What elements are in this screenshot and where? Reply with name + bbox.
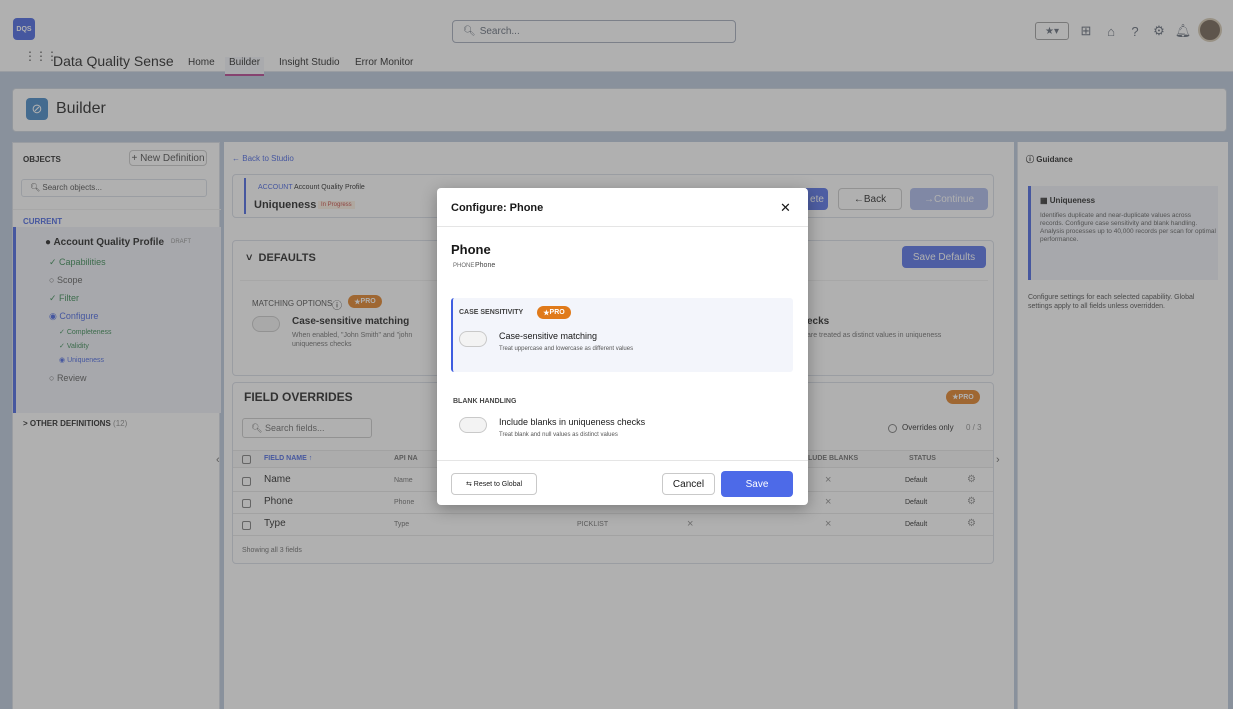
modal-include-blanks-desc: Treat blank and null values as distinct … <box>499 432 618 438</box>
field-api: Phone <box>475 262 496 269</box>
save-button[interactable]: Save <box>721 471 793 497</box>
configure-modal: Configure: Phone ✕ Phone PHONE Phone CAS… <box>437 188 808 505</box>
divider <box>437 460 808 461</box>
case-sensitivity-label: CASE SENSITIVITY <box>459 309 524 316</box>
modal-title: Configure: Phone <box>451 202 544 214</box>
cancel-button[interactable]: Cancel <box>662 473 715 495</box>
pro-badge: ★ PRO <box>537 306 571 319</box>
divider <box>437 226 808 227</box>
modal-case-sensitive-desc: Treat uppercase and lowercase as differe… <box>499 346 634 352</box>
modal-case-sensitive-toggle[interactable] <box>459 331 487 347</box>
modal-include-blanks-label: Include blanks in uniqueness checks <box>499 417 646 427</box>
modal-case-sensitive-label: Case-sensitive matching <box>499 331 598 341</box>
field-tag: PHONE <box>453 263 475 269</box>
reset-icon: ⇆ <box>465 481 472 488</box>
field-title: Phone <box>451 242 491 257</box>
modal-include-blanks-toggle[interactable] <box>459 417 487 433</box>
close-icon[interactable]: ✕ <box>780 200 791 216</box>
reset-to-global-button[interactable]: ⇆ Reset to Global <box>451 473 537 495</box>
blank-handling-label: BLANK HANDLING <box>453 398 517 405</box>
